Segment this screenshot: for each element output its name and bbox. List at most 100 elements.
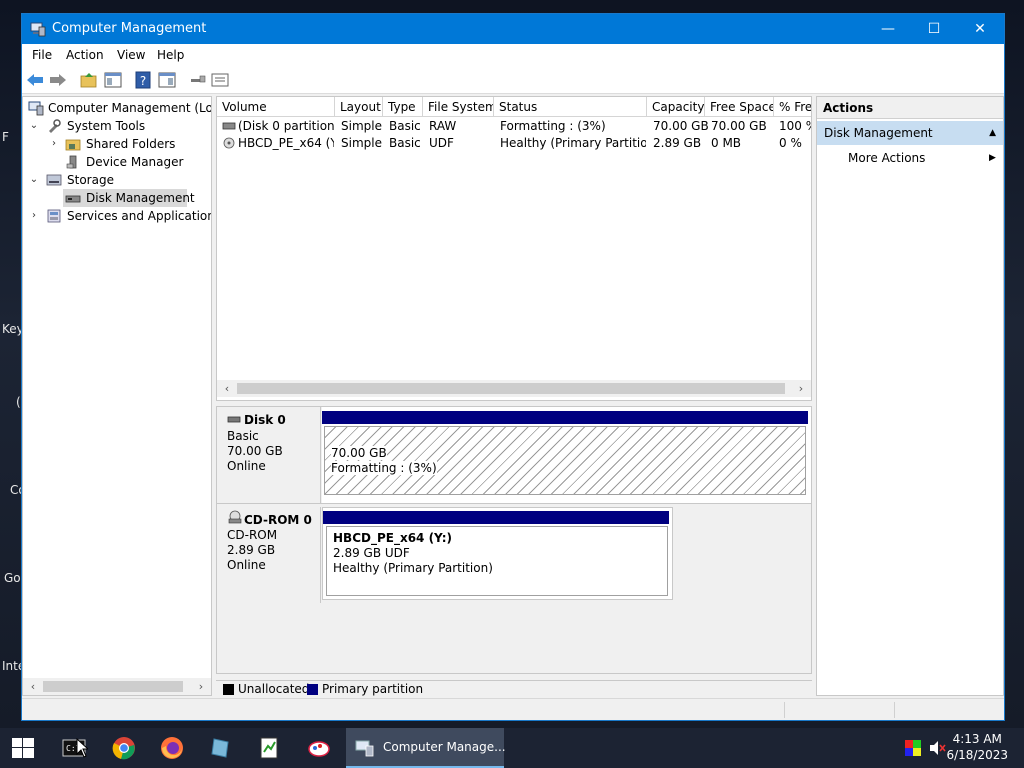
table-row[interactable]: HBCD_PE_x64 (Y:) Simple Basic UDF Health… <box>217 135 811 152</box>
firefox-icon[interactable] <box>160 736 184 760</box>
close-button[interactable]: ✕ <box>957 14 1003 44</box>
notepad-icon[interactable] <box>257 736 281 760</box>
disk-state: Online <box>227 459 266 473</box>
chevron-down-icon[interactable]: ⌄ <box>28 171 40 189</box>
table-row[interactable]: (Disk 0 partition 1) Simple Basic RAW Fo… <box>217 118 811 135</box>
connect-icon[interactable] <box>188 71 208 89</box>
tree-label: Shared Folders <box>86 137 176 151</box>
collapse-up-icon[interactable]: ▲ <box>989 121 996 145</box>
column-header-type[interactable]: Type <box>383 97 423 117</box>
more-actions-item[interactable]: More Actions <box>848 147 925 169</box>
partition-size: 70.00 GB <box>331 446 387 460</box>
menu-file[interactable]: File <box>32 48 52 62</box>
tree-item-services-and-applications[interactable]: › Services and Applications <box>23 207 211 225</box>
volume-list-horizontal-scrollbar[interactable]: ‹ › <box>217 380 811 397</box>
scrollbar-thumb[interactable] <box>237 383 785 394</box>
chevron-right-icon[interactable]: › <box>48 135 60 153</box>
scroll-right-icon[interactable]: › <box>793 380 809 397</box>
scroll-left-icon[interactable]: ‹ <box>25 678 41 695</box>
legend-primary-partition: Primary partition <box>322 682 424 696</box>
services-icon <box>47 209 61 223</box>
actions-section-disk-management[interactable]: Disk Management ▲ <box>817 121 1003 145</box>
disk-0-label[interactable]: Disk 0 Basic 70.00 GB Online <box>217 407 321 503</box>
back-arrow-icon[interactable] <box>25 71 45 89</box>
computer-management-icon <box>28 101 44 116</box>
cell-status: Formatting : (3%) <box>500 119 606 133</box>
forward-arrow-icon[interactable] <box>48 71 68 89</box>
actions-header: Actions <box>817 97 1003 119</box>
tree-item-computer-management[interactable]: Computer Management (Local <box>23 99 211 117</box>
cdrom-0-label[interactable]: CD-ROM 0 CD-ROM 2.89 GB Online <box>217 507 321 603</box>
media-icon[interactable] <box>208 736 232 760</box>
menu-view[interactable]: View <box>117 48 145 62</box>
column-header-capacity[interactable]: Capacity <box>647 97 705 117</box>
computer-management-icon <box>355 740 374 757</box>
disk-0-partition-1[interactable]: 70.00 GB Formatting : (3%) <box>324 426 806 495</box>
volume-list: Volume Layout Type File System Status Ca… <box>216 96 812 401</box>
disk-management-icon <box>65 195 81 203</box>
windows-start-icon[interactable] <box>12 738 34 758</box>
submenu-arrow-icon[interactable]: ▶ <box>989 153 996 163</box>
tree-horizontal-scrollbar[interactable]: ‹ › <box>23 678 211 695</box>
volume-muted-icon[interactable] <box>928 740 946 756</box>
up-folder-icon[interactable] <box>79 71 99 89</box>
show-hide-action-pane-icon[interactable] <box>157 71 177 89</box>
tree-item-storage[interactable]: ⌄ Storage <box>23 171 211 189</box>
center-pane: Volume Layout Type File System Status Ca… <box>216 96 812 696</box>
column-header-file-system[interactable]: File System <box>423 97 494 117</box>
column-header-status[interactable]: Status <box>494 97 647 117</box>
cell-file-system: UDF <box>429 136 454 150</box>
tree-item-disk-management[interactable]: Disk Management <box>63 189 195 207</box>
scroll-left-icon[interactable]: ‹ <box>219 380 235 397</box>
navigation-tree: Computer Management (Local ⌄ System Tool… <box>22 96 212 696</box>
cell-capacity: 2.89 GB <box>653 136 702 150</box>
clock-date: 6/18/2023 <box>946 748 1008 762</box>
chevron-right-icon[interactable]: › <box>28 207 40 225</box>
disk-name: CD-ROM 0 <box>244 513 312 527</box>
cd-rom-icon <box>228 510 242 524</box>
status-separator <box>784 702 785 718</box>
tree-item-system-tools[interactable]: ⌄ System Tools <box>23 117 211 135</box>
help-icon[interactable]: ? <box>133 71 153 89</box>
show-hide-tree-icon[interactable] <box>103 71 123 89</box>
tree-item-device-manager[interactable]: Device Manager <box>23 153 211 171</box>
disk-type: Basic <box>227 429 259 443</box>
menu-help[interactable]: Help <box>157 48 184 62</box>
paint-icon[interactable] <box>307 736 331 760</box>
column-header-volume[interactable]: Volume <box>217 97 335 117</box>
title-bar[interactable]: Computer Management — ☐ ✕ <box>22 14 1004 44</box>
cdrom-0-partition[interactable]: HBCD_PE_x64 (Y:) 2.89 GB UDF Healthy (Pr… <box>326 526 668 596</box>
disk-size: 70.00 GB <box>227 444 283 458</box>
minimize-button[interactable]: — <box>865 14 911 44</box>
maximize-button[interactable]: ☐ <box>911 14 957 44</box>
disk-name: Disk 0 <box>244 413 286 427</box>
column-header-free-space[interactable]: Free Space <box>705 97 774 117</box>
tree-item-shared-folders[interactable]: › Shared Folders <box>23 135 211 153</box>
chrome-icon[interactable] <box>112 736 136 760</box>
taskbar-computer-management[interactable]: Computer Manage... <box>346 728 506 768</box>
disk-separator <box>217 503 811 504</box>
partition-size: 2.89 GB UDF <box>333 546 410 560</box>
scrollbar-thumb[interactable] <box>43 681 183 692</box>
chevron-down-icon[interactable]: ⌄ <box>28 117 40 135</box>
cell-free-space: 70.00 GB <box>711 119 767 133</box>
menu-action[interactable]: Action <box>66 48 104 62</box>
cell-file-system: RAW <box>429 119 457 133</box>
color-tray-icon[interactable] <box>905 740 921 756</box>
properties-icon[interactable] <box>210 71 230 89</box>
partition-legend: Unallocated Primary partition <box>216 680 812 696</box>
column-header-layout[interactable]: Layout <box>335 97 383 117</box>
column-header-percent-free[interactable]: % Free <box>774 97 811 117</box>
system-clock[interactable]: 4:13 AM 6/18/2023 <box>946 731 1008 763</box>
mouse-cursor-icon <box>76 738 88 758</box>
scroll-right-icon[interactable]: › <box>193 678 209 695</box>
cell-type: Basic <box>389 136 421 150</box>
computer-management-window: Computer Management — ☐ ✕ File Action Vi… <box>21 13 1005 721</box>
cell-free-space: 0 MB <box>711 136 742 150</box>
desktop-icon-label: F <box>2 130 9 144</box>
cell-type: Basic <box>389 119 421 133</box>
cell-status: Healthy (Primary Partition) <box>500 136 646 150</box>
cell-capacity: 70.00 GB <box>653 119 709 133</box>
desktop-icon-label: ( <box>16 395 21 409</box>
computer-management-icon <box>30 22 46 37</box>
